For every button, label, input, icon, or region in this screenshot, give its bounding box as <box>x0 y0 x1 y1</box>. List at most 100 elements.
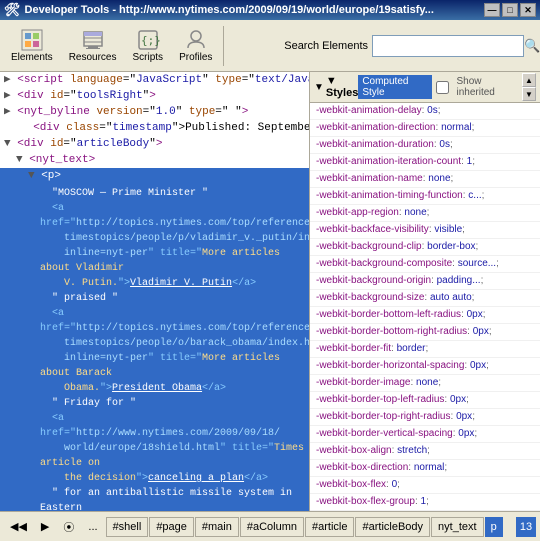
tree-item[interactable]: ▶ <nyt_byline version="1.0" type=" "> <box>0 104 309 120</box>
tree-link-line[interactable]: <a href="http://topics.nytimes.com/top/r… <box>40 306 305 396</box>
style-property: -webkit-border-fit: border; <box>310 341 540 358</box>
style-property: -webkit-animation-name: none; <box>310 171 540 188</box>
style-property: -webkit-border-top-right-radius: 0px; <box>310 409 540 426</box>
search-label: Search Elements <box>284 40 368 52</box>
right-panel-container: ▼ ▼ Styles Computed Style Show inherited… <box>310 72 540 511</box>
tree-text-line: " Friday for " <box>40 396 305 411</box>
show-inherited-label[interactable]: Show inherited <box>456 76 518 98</box>
main-content: ▶ <script language="JavaScript" type="te… <box>0 72 540 511</box>
breadcrumb-main[interactable]: #main <box>195 517 239 537</box>
show-inherited-checkbox[interactable] <box>436 81 449 94</box>
title-bar: 🛠 Developer Tools - http://www.nytimes.c… <box>0 0 540 20</box>
breadcrumb-shell[interactable]: #shell <box>106 517 149 537</box>
tree-text-line: " for an antiballistic missile system in… <box>40 486 305 511</box>
style-property: -webkit-backface-visibility: visible; <box>310 222 540 239</box>
tree-link-line[interactable]: <a href="http://topics.nytimes.com/top/r… <box>40 201 305 291</box>
computed-toggle[interactable]: Computed Style <box>358 75 432 99</box>
svg-text:{;}: {;} <box>141 34 160 47</box>
style-property: -webkit-box-flex-group: 1; <box>310 494 540 511</box>
profiles-button[interactable]: Profiles <box>172 23 219 69</box>
style-property: -webkit-border-horizontal-spacing: 0px; <box>310 358 540 375</box>
elements-button[interactable]: Elements <box>4 23 60 69</box>
breadcrumb-page[interactable]: #page <box>149 517 194 537</box>
maximize-btn[interactable]: □ <box>502 3 518 17</box>
tree-arrow[interactable]: ▶ <box>4 90 17 102</box>
resources-label: Resources <box>69 52 117 63</box>
breadcrumb-acolumn[interactable]: #aColumn <box>240 517 304 537</box>
scripts-icon: {;} <box>136 28 160 52</box>
style-property: -webkit-animation-delay: 0s; <box>310 103 540 120</box>
style-property: -webkit-border-vertical-spacing: 0px; <box>310 426 540 443</box>
breadcrumb-p[interactable]: p <box>485 517 503 537</box>
tree-link-line[interactable]: <a href="http://www.nytimes.com/2009/09/… <box>40 411 305 486</box>
styles-panel-header: ▼ ▼ Styles Computed Style Show inherited… <box>310 72 540 103</box>
toolbar-divider <box>223 26 224 66</box>
toolbar: Elements Resources {;} Scripts Profiles … <box>0 20 540 72</box>
breadcrumb-menu-btn[interactable]: ... <box>82 516 103 538</box>
style-property: -webkit-box-flex: 0; <box>310 477 540 494</box>
breadcrumb-bar: ◀◀ ▶ ⦿ ... #shell #page #main #aColumn #… <box>0 511 540 541</box>
tree-item[interactable]: ▼ <div id="articleBody"> <box>0 136 309 152</box>
tree-text-line: " praised " <box>40 291 305 306</box>
scroll-down-arrow[interactable]: ▼ <box>522 87 536 101</box>
elements-icon <box>20 28 44 52</box>
profiles-icon <box>184 28 208 52</box>
elements-label: Elements <box>11 52 53 63</box>
styles-section-arrow[interactable]: ▼ <box>314 82 324 93</box>
search-button[interactable]: 🔍 <box>523 35 540 57</box>
style-property: -webkit-border-top-left-radius: 0px; <box>310 392 540 409</box>
tree-item[interactable]: ▼ <nyt_text> <box>0 152 309 168</box>
breadcrumb-forward-btn[interactable]: ▶ <box>35 516 55 538</box>
style-property: -webkit-border-bottom-right-radius: 0px; <box>310 324 540 341</box>
scripts-button[interactable]: {;} Scripts <box>126 23 171 69</box>
breadcrumb-back-btn[interactable]: ◀◀ <box>4 516 33 538</box>
styles-controls: Computed Style Show inherited <box>358 75 518 99</box>
resources-button[interactable]: Resources <box>62 23 124 69</box>
tree-item[interactable]: ▶ <script language="JavaScript" type="te… <box>0 72 309 88</box>
styles-list[interactable]: -webkit-animation-delay: 0s;-webkit-anim… <box>310 103 540 511</box>
style-property: -webkit-background-clip: border-box; <box>310 239 540 256</box>
breadcrumb-nyt-text[interactable]: nyt_text <box>431 517 484 537</box>
title-bar-text: Developer Tools - http://www.nytimes.com… <box>25 4 484 16</box>
tree-arrow[interactable]: ▶ <box>4 74 17 86</box>
style-property: -webkit-box-direction: normal; <box>310 460 540 477</box>
title-bar-icon: 🛠 <box>4 2 21 18</box>
search-box-container: 🔍 <box>372 35 532 57</box>
style-property: -webkit-background-size: auto auto; <box>310 290 540 307</box>
tree-arrow[interactable]: ▼ <box>4 138 17 150</box>
minimize-btn[interactable]: — <box>484 3 500 17</box>
style-property: -webkit-background-origin: padding...; <box>310 273 540 290</box>
style-property: -webkit-box-align: stretch; <box>310 443 540 460</box>
styles-header-label: ▼ Styles <box>326 75 358 99</box>
close-btn[interactable]: ✕ <box>520 3 536 17</box>
tree-item[interactable]: ▶ <div id="toolsRight"> <box>0 88 309 104</box>
page-number: 13 <box>516 517 536 537</box>
scripts-label: Scripts <box>133 52 164 63</box>
tree-arrow[interactable]: ▼ <box>16 154 29 166</box>
scroll-up-arrow[interactable]: ▲ <box>522 73 536 87</box>
tree-text-line: "MOSCOW — Prime Minister " <box>40 186 305 201</box>
style-property: -webkit-border-bottom-left-radius: 0px; <box>310 307 540 324</box>
style-property: -webkit-animation-duration: 0s; <box>310 137 540 154</box>
breadcrumb-articlebody[interactable]: #articleBody <box>355 517 430 537</box>
style-property: -webkit-animation-iteration-count: 1; <box>310 154 540 171</box>
tree-item-p[interactable]: ▼ <p> <box>0 168 309 184</box>
left-panel[interactable]: ▶ <script language="JavaScript" type="te… <box>0 72 310 511</box>
style-property: -webkit-animation-direction: normal; <box>310 120 540 137</box>
breadcrumb-path: #shell #page #main #aColumn #article #ar… <box>106 517 510 537</box>
resources-icon <box>81 28 105 52</box>
scroll-arrows-top: ▲ ▼ <box>522 73 536 101</box>
style-property: -webkit-border-image: none; <box>310 375 540 392</box>
tree-arrow[interactable]: ▼ <box>28 170 41 182</box>
title-bar-controls: — □ ✕ <box>484 3 536 17</box>
search-input[interactable] <box>373 36 523 56</box>
profiles-label: Profiles <box>179 52 212 63</box>
breadcrumb-inspect-btn[interactable]: ⦿ <box>57 516 80 538</box>
tree-arrow[interactable]: ▶ <box>4 106 17 118</box>
breadcrumb-article[interactable]: #article <box>305 517 354 537</box>
tree-content-highlighted: "MOSCOW — Prime Minister " <a href="http… <box>0 184 309 511</box>
search-area: Search Elements 🔍 <box>228 35 536 57</box>
style-property: -webkit-app-region: none; <box>310 205 540 222</box>
style-property: -webkit-animation-timing-function: c...; <box>310 188 540 205</box>
style-property: -webkit-background-composite: source...; <box>310 256 540 273</box>
